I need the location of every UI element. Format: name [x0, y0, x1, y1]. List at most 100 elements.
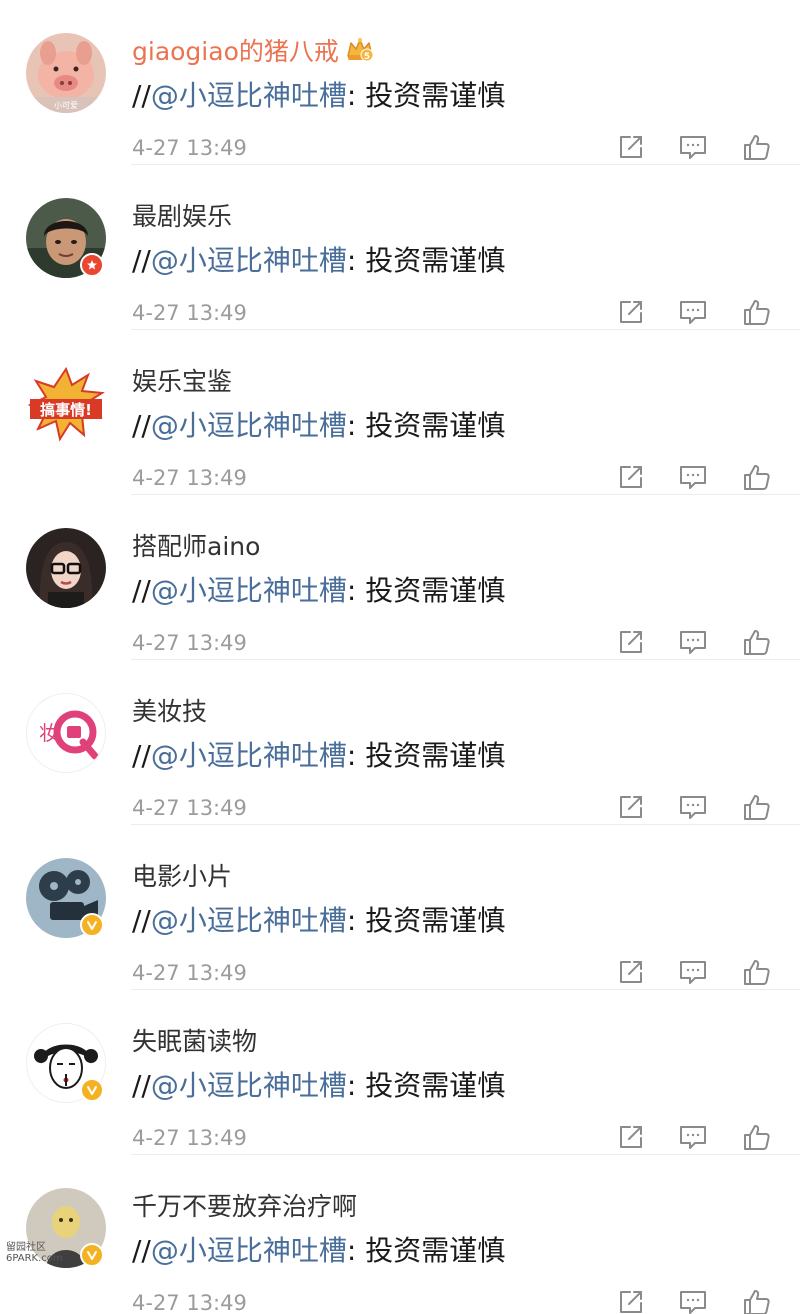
pig-avatar-image: 小可爱	[26, 33, 106, 113]
mention-link[interactable]: @小逗比神吐槽	[151, 409, 347, 442]
timestamp: 4-27 13:49	[132, 961, 247, 985]
repost-content: //@小逗比神吐槽: 投资需谨慎	[132, 738, 505, 774]
list-item: 搞事情! 娱乐宝鉴 //@小逗比神吐槽: 投资需谨慎 4-27 13:49	[0, 330, 800, 495]
meta-row: 4-27 13:49	[0, 623, 800, 663]
meta-row: 4-27 13:49	[0, 458, 800, 498]
timestamp: 4-27 13:49	[132, 136, 247, 160]
mention-link[interactable]: @小逗比神吐槽	[151, 1069, 347, 1102]
repost-prefix: //	[132, 1069, 151, 1102]
username[interactable]: 美妆技	[132, 696, 207, 728]
watermark: 留园社区 6PARK.com	[6, 1242, 63, 1264]
username[interactable]: 娱乐宝鉴	[132, 366, 232, 398]
list-item: 千万不要放弃治疗啊 //@小逗比神吐槽: 投资需谨慎 4-27 13:49	[0, 1155, 800, 1314]
timestamp: 4-27 13:49	[132, 466, 247, 490]
repost-prefix: //	[132, 244, 151, 277]
comment-icon[interactable]	[676, 1120, 710, 1154]
crown-icon: 5	[345, 36, 375, 70]
share-icon[interactable]	[614, 1120, 648, 1154]
thumbs-up-icon[interactable]	[740, 1285, 774, 1314]
comment-icon[interactable]	[676, 625, 710, 659]
repost-content: //@小逗比神吐槽: 投资需谨慎	[132, 1233, 505, 1269]
mention-link[interactable]: @小逗比神吐槽	[151, 1234, 347, 1267]
username-text: giaogiao的猪八戒	[132, 37, 339, 66]
thumbs-up-icon[interactable]	[740, 625, 774, 659]
verified-badge	[80, 913, 104, 937]
list-item: 妆 美妆技 //@小逗比神吐槽: 投资需谨慎 4-27 13:49	[0, 660, 800, 825]
mention-link[interactable]: @小逗比神吐槽	[151, 244, 347, 277]
repost-content: //@小逗比神吐槽: 投资需谨慎	[132, 243, 505, 279]
share-icon[interactable]	[614, 130, 648, 164]
comment-icon[interactable]	[676, 1285, 710, 1314]
repost-text: : 投资需谨慎	[346, 739, 506, 772]
verified-red-badge	[80, 253, 104, 277]
repost-prefix: //	[132, 574, 151, 607]
share-icon[interactable]	[614, 955, 648, 989]
avatar[interactable]: 小可爱	[26, 33, 106, 113]
avatar-caption: 搞事情!	[40, 401, 92, 419]
verified-badge	[80, 1078, 104, 1102]
timestamp: 4-27 13:49	[132, 631, 247, 655]
comment-icon[interactable]	[676, 460, 710, 494]
repost-prefix: //	[132, 739, 151, 772]
comment-icon[interactable]	[676, 130, 710, 164]
share-icon[interactable]	[614, 790, 648, 824]
mention-link[interactable]: @小逗比神吐槽	[151, 739, 347, 772]
thumbs-up-icon[interactable]	[740, 790, 774, 824]
share-icon[interactable]	[614, 460, 648, 494]
repost-content: //@小逗比神吐槽: 投资需谨慎	[132, 903, 505, 939]
repost-content: //@小逗比神吐槽: 投资需谨慎	[132, 573, 505, 609]
comment-icon[interactable]	[676, 790, 710, 824]
username[interactable]: 千万不要放弃治疗啊	[132, 1191, 357, 1223]
list-item: 小可爱 giaogiao的猪八戒 5 //@小逗比神吐槽: 投资需谨慎 4-27…	[0, 0, 800, 165]
comment-icon[interactable]	[676, 295, 710, 329]
share-icon[interactable]	[614, 1285, 648, 1314]
username[interactable]: 搭配师aino	[132, 531, 260, 563]
repost-text: : 投资需谨慎	[346, 904, 506, 937]
repost-prefix: //	[132, 79, 151, 112]
avatar-caption: 妆	[39, 721, 59, 745]
timestamp: 4-27 13:49	[132, 301, 247, 325]
share-icon[interactable]	[614, 625, 648, 659]
woman-avatar-image	[26, 528, 106, 608]
username[interactable]: 失眠菌读物	[132, 1026, 257, 1058]
comic-avatar-image: 搞事情!	[26, 363, 106, 443]
thumbs-up-icon[interactable]	[740, 1120, 774, 1154]
timestamp: 4-27 13:49	[132, 1291, 247, 1314]
avatar-caption: 小可爱	[54, 101, 78, 110]
repost-prefix: //	[132, 1234, 151, 1267]
thumbs-up-icon[interactable]	[740, 295, 774, 329]
share-icon[interactable]	[614, 295, 648, 329]
meta-row: 4-27 13:49	[0, 293, 800, 333]
list-item: 搭配师aino //@小逗比神吐槽: 投资需谨慎 4-27 13:49	[0, 495, 800, 660]
username[interactable]: 电影小片	[132, 861, 232, 893]
repost-text: : 投资需谨慎	[346, 1069, 506, 1102]
thumbs-up-icon[interactable]	[740, 955, 774, 989]
avatar[interactable]: 妆	[26, 693, 106, 773]
repost-content: //@小逗比神吐槽: 投资需谨慎	[132, 78, 505, 114]
repost-list: 小可爱 giaogiao的猪八戒 5 //@小逗比神吐槽: 投资需谨慎 4-27…	[0, 0, 800, 1314]
thumbs-up-icon[interactable]	[740, 130, 774, 164]
meta-row: 4-27 13:49	[0, 1283, 800, 1314]
avatar[interactable]	[26, 528, 106, 608]
repost-content: //@小逗比神吐槽: 投资需谨慎	[132, 408, 505, 444]
repost-text: : 投资需谨慎	[346, 409, 506, 442]
list-item: 电影小片 //@小逗比神吐槽: 投资需谨慎 4-27 13:49	[0, 825, 800, 990]
username[interactable]: 最剧娱乐	[132, 201, 232, 233]
thumbs-up-icon[interactable]	[740, 460, 774, 494]
meta-row: 4-27 13:49	[0, 788, 800, 828]
mention-link[interactable]: @小逗比神吐槽	[151, 574, 347, 607]
timestamp: 4-27 13:49	[132, 1126, 247, 1150]
repost-text: : 投资需谨慎	[346, 574, 506, 607]
mention-link[interactable]: @小逗比神吐槽	[151, 79, 347, 112]
list-item: 失眠菌读物 //@小逗比神吐槽: 投资需谨慎 4-27 13:49	[0, 990, 800, 1155]
repost-text: : 投资需谨慎	[346, 1234, 506, 1267]
username[interactable]: giaogiao的猪八戒 5	[132, 36, 375, 70]
verified-badge	[80, 1243, 104, 1267]
repost-content: //@小逗比神吐槽: 投资需谨慎	[132, 1068, 505, 1104]
member-level: 5	[364, 52, 370, 62]
repost-text: : 投资需谨慎	[346, 244, 506, 277]
avatar[interactable]: 搞事情!	[26, 363, 106, 443]
meta-row: 4-27 13:49	[0, 128, 800, 168]
comment-icon[interactable]	[676, 955, 710, 989]
mention-link[interactable]: @小逗比神吐槽	[151, 904, 347, 937]
